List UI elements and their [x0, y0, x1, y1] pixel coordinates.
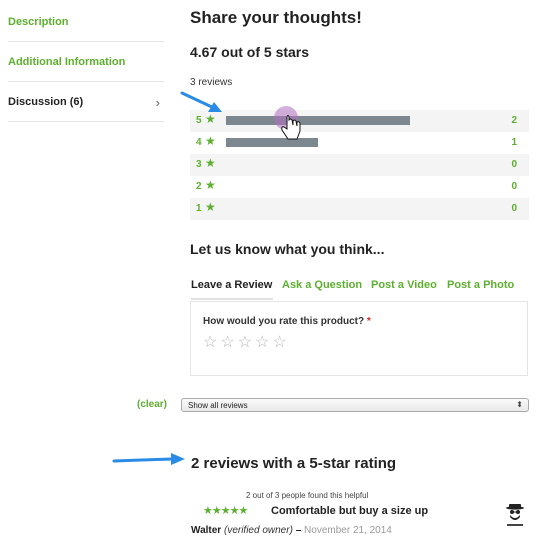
- blue-arrow-icon: [180, 91, 222, 112]
- blue-arrow-icon: [112, 453, 185, 465]
- annotation-overlay: [112, 91, 301, 465]
